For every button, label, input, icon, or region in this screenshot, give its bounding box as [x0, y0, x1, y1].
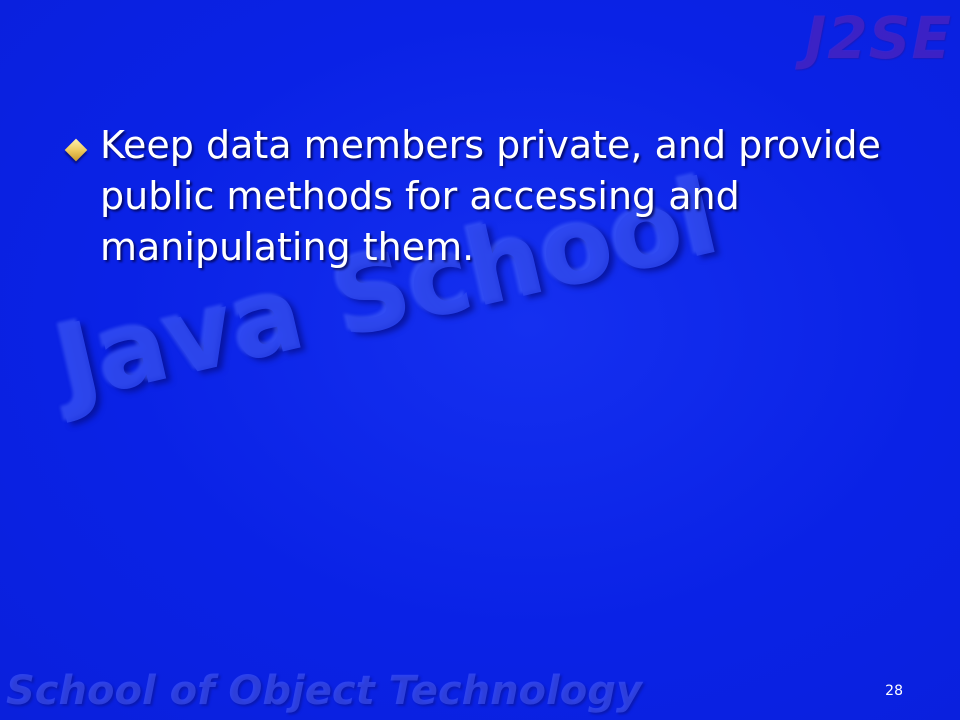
diamond-bullet-icon	[64, 138, 88, 162]
school-of-object-technology-watermark: School of Object Technology	[6, 668, 642, 714]
bullet-text: Keep data members private, and provide p…	[100, 123, 881, 269]
slide: J2SE Java School School of Object Techno…	[0, 0, 960, 720]
slide-number: 28	[885, 683, 903, 699]
bullet-item: Keep data members private, and provide p…	[62, 120, 902, 273]
j2se-watermark: J2SE	[804, 4, 952, 72]
